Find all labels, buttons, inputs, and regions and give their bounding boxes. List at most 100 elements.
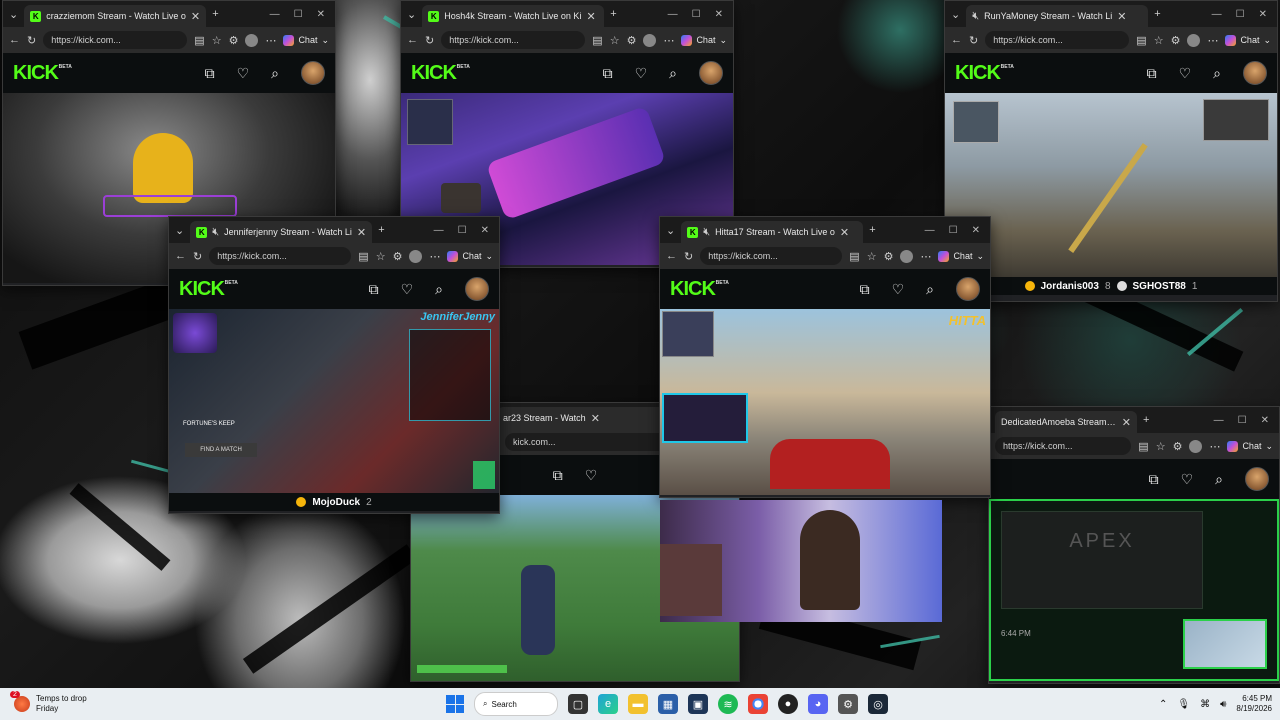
follow-heart-icon[interactable]: ♡	[1179, 65, 1192, 82]
profile-avatar[interactable]	[245, 33, 259, 47]
minimize-icon[interactable]: —	[925, 225, 935, 236]
address-bar[interactable]: https://kick.com...	[209, 247, 352, 265]
footer-username[interactable]: SGHOST88	[1133, 281, 1186, 292]
kick-logo[interactable]: KICK BETA	[411, 62, 470, 85]
browser-tab[interactable]: K 🔇︎ Jenniferjenny Stream - Watch Li ✕	[190, 221, 373, 243]
muted-speaker-icon[interactable]: 🔇︎	[972, 10, 979, 23]
close-window-icon[interactable]: ✕	[1261, 415, 1269, 426]
edge-icon[interactable]: e	[598, 694, 618, 714]
tab-list-icon[interactable]: ⌄	[9, 8, 18, 21]
maximize-icon[interactable]: ☐	[458, 225, 467, 236]
close-tab-icon[interactable]: ✕	[591, 412, 600, 425]
settings-gear-icon[interactable]: ⚙	[838, 694, 858, 714]
clock[interactable]: 6:45 PM 8/19/2026	[1236, 694, 1272, 714]
spotify-icon[interactable]: ≋	[718, 694, 738, 714]
search-icon[interactable]: ⌕	[1215, 471, 1223, 488]
browser-tab[interactable]: K 🔇︎ Hitta17 Stream - Watch Live o ✕	[681, 221, 864, 243]
muted-speaker-icon[interactable]: 🔇︎	[703, 226, 710, 239]
minimize-icon[interactable]: —	[1214, 415, 1224, 426]
close-tab-icon[interactable]: ✕	[357, 226, 366, 239]
more-menu-icon[interactable]: ⋯	[1209, 440, 1220, 453]
tab-list-icon[interactable]: ⌄	[951, 8, 960, 21]
network-icon[interactable]: ⌘	[1200, 699, 1210, 710]
reload-icon[interactable]: ↻	[193, 250, 202, 263]
user-avatar[interactable]	[1245, 467, 1269, 491]
follow-heart-icon[interactable]: ♡	[892, 281, 905, 298]
kick-logo[interactable]: KICK BETA	[670, 278, 729, 301]
browse-icon[interactable]: ⧉	[860, 281, 870, 298]
stream-video[interactable]	[945, 93, 1277, 277]
volume-icon[interactable]: 🔊︎	[1220, 699, 1226, 710]
stream-video[interactable]: JenniferJenny FORTUNE'S KEEP FIND A MATC…	[169, 309, 499, 493]
address-bar[interactable]: https://kick.com...	[985, 31, 1130, 49]
close-tab-icon[interactable]: ✕	[1122, 416, 1131, 429]
maximize-icon[interactable]: ☐	[949, 225, 958, 236]
browser-tab[interactable]: K crazziemom Stream - Watch Live o ✕	[24, 5, 207, 27]
maximize-icon[interactable]: ☐	[692, 9, 701, 20]
browser-window-jenniferjenny[interactable]: ⌄ K 🔇︎ Jenniferjenny Stream - Watch Li ✕…	[168, 216, 500, 514]
new-tab-icon[interactable]: +	[1154, 8, 1160, 20]
browser-tab[interactable]: 🔇︎ RunYaMoney Stream - Watch Li ✕	[966, 5, 1149, 27]
close-window-icon[interactable]: ✕	[1259, 9, 1267, 20]
user-avatar[interactable]	[301, 61, 325, 85]
new-tab-icon[interactable]: +	[1143, 414, 1149, 426]
more-menu-icon[interactable]: ⋯	[920, 250, 931, 263]
favorite-star-icon[interactable]: ☆	[610, 34, 620, 47]
reader-icon[interactable]: ▤	[849, 250, 859, 263]
chat-button[interactable]: Chat ⌄	[283, 34, 329, 46]
floating-stream-video[interactable]	[660, 500, 942, 622]
new-tab-icon[interactable]: +	[212, 8, 218, 20]
reader-icon[interactable]: ▤	[194, 34, 204, 47]
search-icon[interactable]: ⌕	[1213, 65, 1221, 82]
tab-list-icon[interactable]: ⌄	[407, 8, 416, 21]
taskbar-search[interactable]: ⌕ Search	[474, 692, 558, 716]
kick-logo[interactable]: KICK BETA	[955, 62, 1014, 85]
close-tab-icon[interactable]: ✕	[840, 226, 849, 239]
maximize-icon[interactable]: ☐	[294, 9, 303, 20]
discord-icon[interactable]: ◕	[808, 694, 828, 714]
extensions-icon[interactable]: ⚙	[1171, 34, 1181, 47]
browse-icon[interactable]: ⧉	[603, 65, 613, 82]
chat-button[interactable]: Chat ⌄	[681, 34, 727, 46]
profile-avatar[interactable]	[409, 249, 423, 263]
browser-window-hitta17[interactable]: ⌄ K 🔇︎ Hitta17 Stream - Watch Live o ✕ +…	[659, 216, 991, 498]
address-bar[interactable]: https://kick.com...	[441, 31, 586, 49]
favorite-star-icon[interactable]: ☆	[1154, 34, 1164, 47]
minimize-icon[interactable]: —	[668, 9, 678, 20]
more-menu-icon[interactable]: ⋯	[1207, 34, 1218, 47]
reader-icon[interactable]: ▤	[1136, 34, 1146, 47]
new-tab-icon[interactable]: +	[378, 224, 384, 236]
task-view-icon[interactable]: ▢	[568, 694, 588, 714]
user-avatar[interactable]	[1243, 61, 1267, 85]
new-tab-icon[interactable]: +	[869, 224, 875, 236]
search-icon[interactable]: ⌕	[669, 65, 677, 82]
search-icon[interactable]: ⌕	[926, 281, 934, 298]
more-menu-icon[interactable]: ⋯	[265, 34, 276, 47]
extensions-icon[interactable]: ⚙	[1173, 440, 1183, 453]
chat-button[interactable]: Chat ⌄	[1227, 440, 1273, 452]
stream-video[interactable]: APEX 6:44 PM	[989, 499, 1279, 681]
profile-avatar[interactable]	[1189, 439, 1203, 453]
kick-logo[interactable]: KICK BETA	[179, 278, 238, 301]
reload-icon[interactable]: ↻	[27, 34, 36, 47]
browse-icon[interactable]: ⧉	[1149, 471, 1159, 488]
favorite-star-icon[interactable]: ☆	[1156, 440, 1166, 453]
follow-heart-icon[interactable]: ♡	[1181, 471, 1194, 488]
address-bar[interactable]: https://kick.com...	[700, 247, 843, 265]
start-button-icon[interactable]	[446, 695, 464, 713]
browse-icon[interactable]: ⧉	[553, 467, 563, 484]
close-window-icon[interactable]: ✕	[317, 9, 325, 20]
reader-icon[interactable]: ▤	[358, 250, 368, 263]
minimize-icon[interactable]: —	[1212, 9, 1222, 20]
more-menu-icon[interactable]: ⋯	[429, 250, 440, 263]
reader-icon[interactable]: ▤	[592, 34, 602, 47]
reload-icon[interactable]: ↻	[969, 34, 978, 47]
minimize-icon[interactable]: —	[270, 9, 280, 20]
extensions-icon[interactable]: ⚙	[884, 250, 894, 263]
close-tab-icon[interactable]: ✕	[586, 10, 595, 23]
follow-heart-icon[interactable]: ♡	[401, 281, 414, 298]
browser-window-dedicatedamoeba[interactable]: DedicatedAmoeba Stream - W ✕ + — ☐ ✕ https…	[988, 406, 1280, 684]
extensions-icon[interactable]: ⚙	[393, 250, 403, 263]
close-tab-icon[interactable]: ✕	[1117, 10, 1126, 23]
search-icon[interactable]: ⌕	[271, 65, 279, 82]
